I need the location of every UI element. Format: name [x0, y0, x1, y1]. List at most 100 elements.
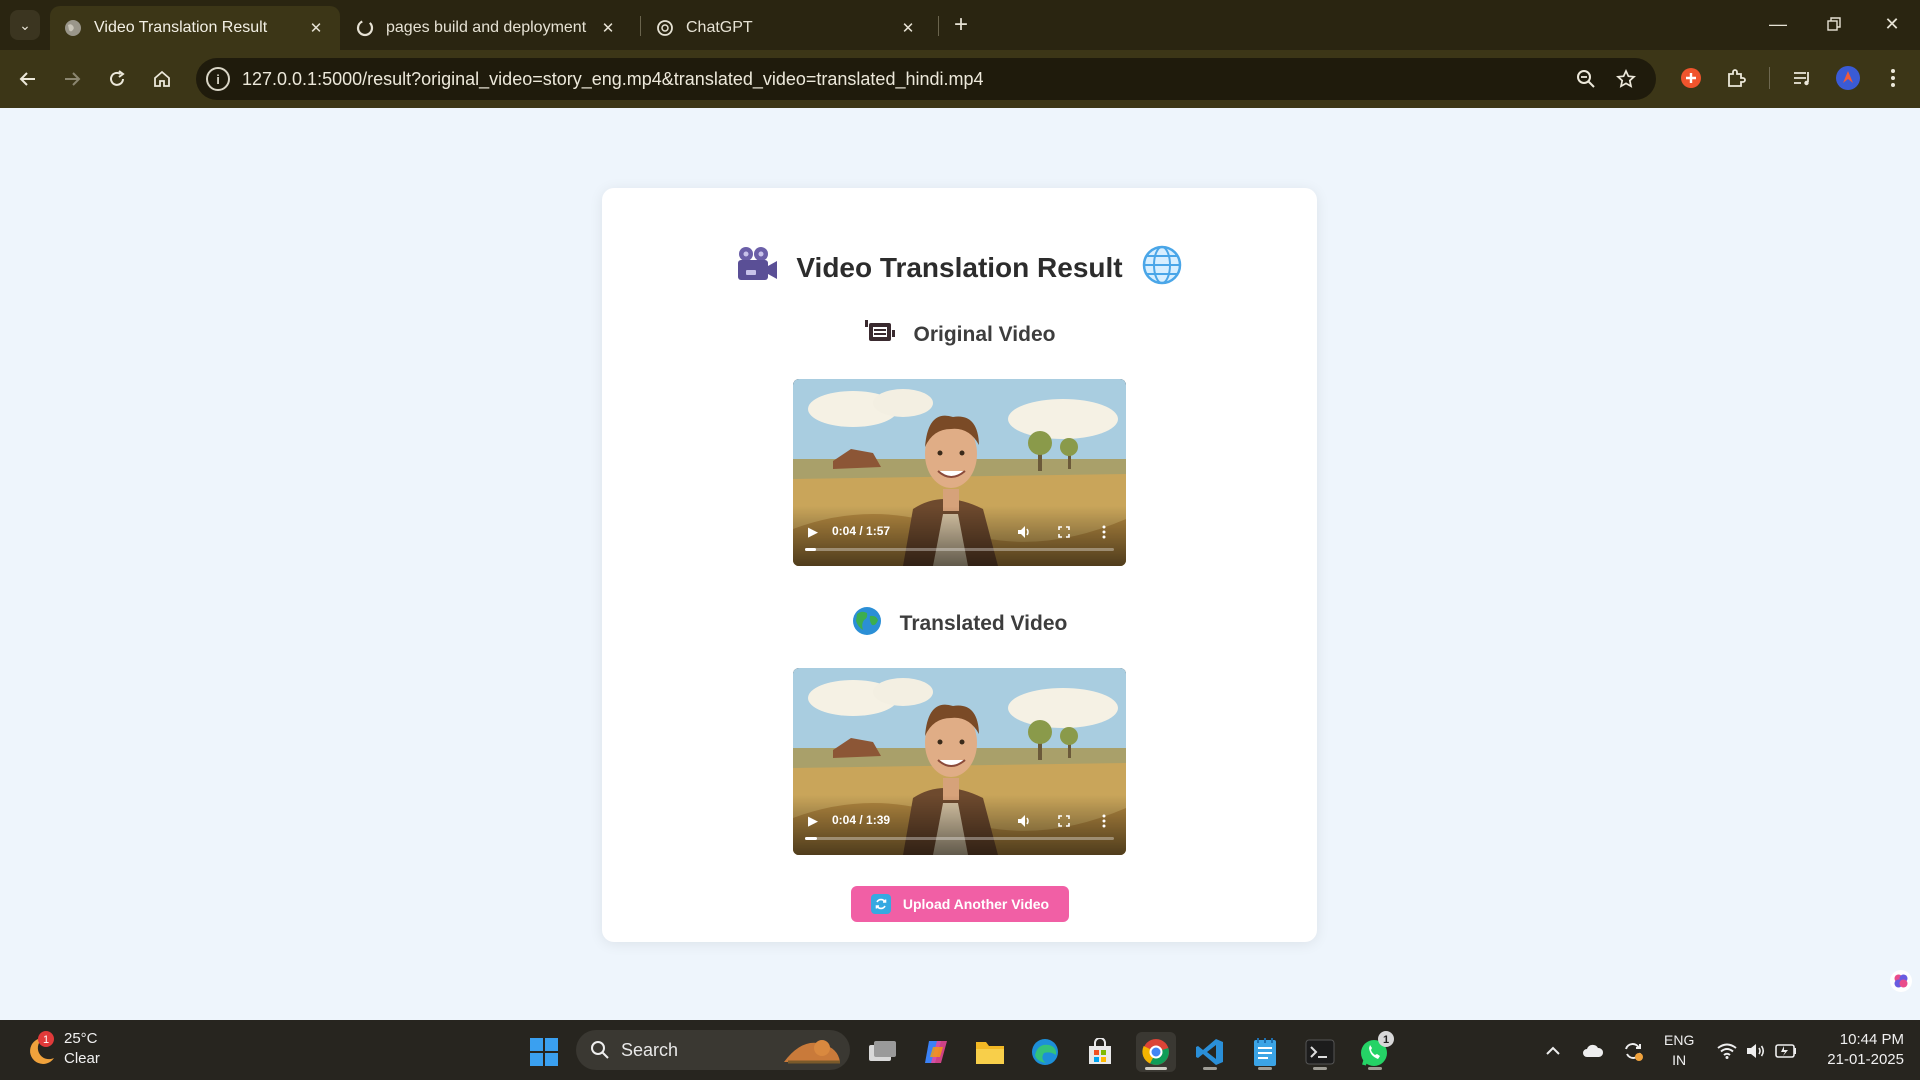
video-time: 0:04 / 1:39	[832, 813, 891, 827]
tab-title: Video Translation Result	[94, 19, 268, 36]
original-video-heading: Original Video	[602, 318, 1317, 351]
video-controls: ▶ 0:04 / 1:57	[793, 506, 1126, 566]
extensions-puzzle-icon[interactable]	[1721, 63, 1751, 93]
terminal-icon[interactable]	[1300, 1032, 1340, 1072]
clock-time: 10:44 PM	[1839, 1031, 1904, 1048]
chatgpt-favicon-icon	[656, 19, 674, 37]
chrome-icon[interactable]	[1136, 1032, 1176, 1072]
tab-strip: ⌄ Video Translation Result ✕ pages build…	[0, 0, 1920, 50]
whatsapp-icon[interactable]: 1	[1355, 1031, 1395, 1072]
media-controls-icon[interactable]	[1787, 63, 1817, 93]
url-text[interactable]: 127.0.0.1:5000/result?original_video=sto…	[242, 69, 984, 90]
tab-chatgpt[interactable]: ChatGPT ✕	[642, 6, 932, 50]
close-window-icon[interactable]: ✕	[1872, 8, 1912, 40]
video-options-icon[interactable]	[1096, 524, 1112, 540]
running-app-indicator	[1313, 1067, 1327, 1070]
globe-favicon-icon	[64, 19, 82, 37]
tab-close-icon[interactable]: ✕	[598, 18, 618, 38]
video-progress-fill	[805, 548, 816, 551]
page-title: Video Translation Result	[796, 251, 1123, 283]
new-tab-plus-icon[interactable]: +	[948, 11, 974, 38]
tab-separator	[640, 16, 641, 36]
restore-icon[interactable]	[1814, 8, 1854, 40]
browser-toolbar: i 127.0.0.1:5000/result?original_video=s…	[0, 50, 1920, 108]
svg-text:1: 1	[43, 1034, 49, 1046]
toolbar-separator	[1769, 67, 1770, 89]
tab-pages-build[interactable]: pages build and deployment · T ✕	[342, 6, 632, 50]
wifi-icon[interactable]	[1715, 1040, 1739, 1062]
search-highlight-illustration-icon	[784, 1040, 840, 1064]
site-info-icon[interactable]: i	[206, 67, 230, 91]
battery-icon[interactable]	[1774, 1040, 1798, 1062]
volume-icon[interactable]	[1016, 524, 1032, 540]
weather-condition: Clear	[64, 1050, 100, 1067]
region-code: IN	[1672, 1052, 1687, 1068]
input-language-indicator[interactable]: ENG IN	[1664, 1030, 1694, 1070]
file-explorer-icon[interactable]	[970, 1032, 1010, 1072]
extension-red-plus-icon[interactable]	[1676, 63, 1706, 93]
movie-camera-icon	[736, 246, 778, 289]
video-progress-bar[interactable]	[805, 837, 1114, 840]
notepad-icon[interactable]	[1245, 1032, 1285, 1072]
video-clapper-icon	[864, 318, 896, 351]
microsoft-store-icon[interactable]	[1080, 1032, 1120, 1072]
edge-browser-icon[interactable]	[1025, 1032, 1065, 1072]
minimize-icon[interactable]: —	[1758, 8, 1798, 40]
page-heading: Video Translation Result	[602, 244, 1317, 291]
original-video-title: Original Video	[913, 322, 1056, 346]
translated-video-title: Translated Video	[899, 611, 1068, 635]
active-app-indicator	[1145, 1067, 1167, 1070]
search-icon	[591, 1041, 609, 1059]
play-icon[interactable]: ▶	[805, 524, 821, 540]
onedrive-cloud-icon[interactable]	[1581, 1040, 1605, 1062]
profile-avatar[interactable]	[1833, 63, 1863, 93]
bookmark-star-icon[interactable]	[1614, 67, 1638, 91]
volume-speaker-icon[interactable]	[1744, 1040, 1768, 1062]
running-app-indicator	[1368, 1067, 1382, 1070]
copilot-icon[interactable]	[916, 1032, 956, 1072]
svg-text:1: 1	[1383, 1034, 1389, 1046]
more-menu-icon[interactable]	[1878, 63, 1908, 93]
running-app-indicator	[1203, 1067, 1217, 1070]
tab-separator	[938, 16, 939, 36]
start-windows-icon[interactable]	[524, 1032, 564, 1072]
upload-another-video-button[interactable]: Upload Another Video	[851, 886, 1069, 922]
result-card: Video Translation Result Original Video	[602, 188, 1317, 942]
tab-video-translation-result[interactable]: Video Translation Result ✕	[50, 6, 340, 50]
upload-button-label: Upload Another Video	[902, 896, 1050, 912]
running-app-indicator	[1258, 1067, 1272, 1070]
tab-close-icon[interactable]: ✕	[898, 18, 918, 38]
fullscreen-icon[interactable]	[1056, 524, 1072, 540]
video-progress-fill	[805, 837, 818, 840]
forward-arrow-icon[interactable]	[56, 63, 88, 95]
back-arrow-icon[interactable]	[12, 63, 44, 95]
video-options-icon[interactable]	[1096, 813, 1112, 829]
translated-video-player[interactable]: ▶ 0:04 / 1:39	[793, 668, 1126, 855]
tab-search-chevron-icon[interactable]: ⌄	[10, 10, 40, 40]
system-clock[interactable]: 10:44 PM 21-01-2025	[1810, 1030, 1904, 1070]
volume-icon[interactable]	[1016, 813, 1032, 829]
globe-icon	[1141, 244, 1183, 291]
home-icon[interactable]	[146, 63, 178, 95]
language-code: ENG	[1664, 1032, 1695, 1048]
address-bar[interactable]: i 127.0.0.1:5000/result?original_video=s…	[196, 58, 1656, 100]
task-view-icon[interactable]	[862, 1032, 902, 1072]
earth-globe-icon	[852, 606, 882, 641]
search-label: Search	[621, 1040, 679, 1060]
tab-close-icon[interactable]: ✕	[306, 18, 326, 38]
taskbar-search[interactable]: Search	[576, 1030, 850, 1070]
weather-widget[interactable]: 1 25°C Clear	[24, 1030, 134, 1072]
video-progress-bar[interactable]	[805, 548, 1114, 551]
play-icon[interactable]: ▶	[805, 813, 821, 829]
original-video-player[interactable]: ▶ 0:04 / 1:57	[793, 379, 1126, 566]
vscode-icon[interactable]	[1190, 1032, 1230, 1072]
fullscreen-icon[interactable]	[1056, 813, 1072, 829]
github-favicon-icon	[356, 19, 374, 37]
translated-video-heading: Translated Video	[602, 606, 1317, 641]
reload-icon[interactable]	[101, 63, 133, 95]
show-hidden-icons-chevron-icon[interactable]	[1541, 1040, 1565, 1062]
sync-icon[interactable]	[1621, 1040, 1645, 1062]
floating-assistant-icon[interactable]	[1890, 970, 1912, 992]
zoom-icon[interactable]	[1574, 67, 1598, 91]
tab-title: pages build and deployment · T	[386, 19, 590, 36]
